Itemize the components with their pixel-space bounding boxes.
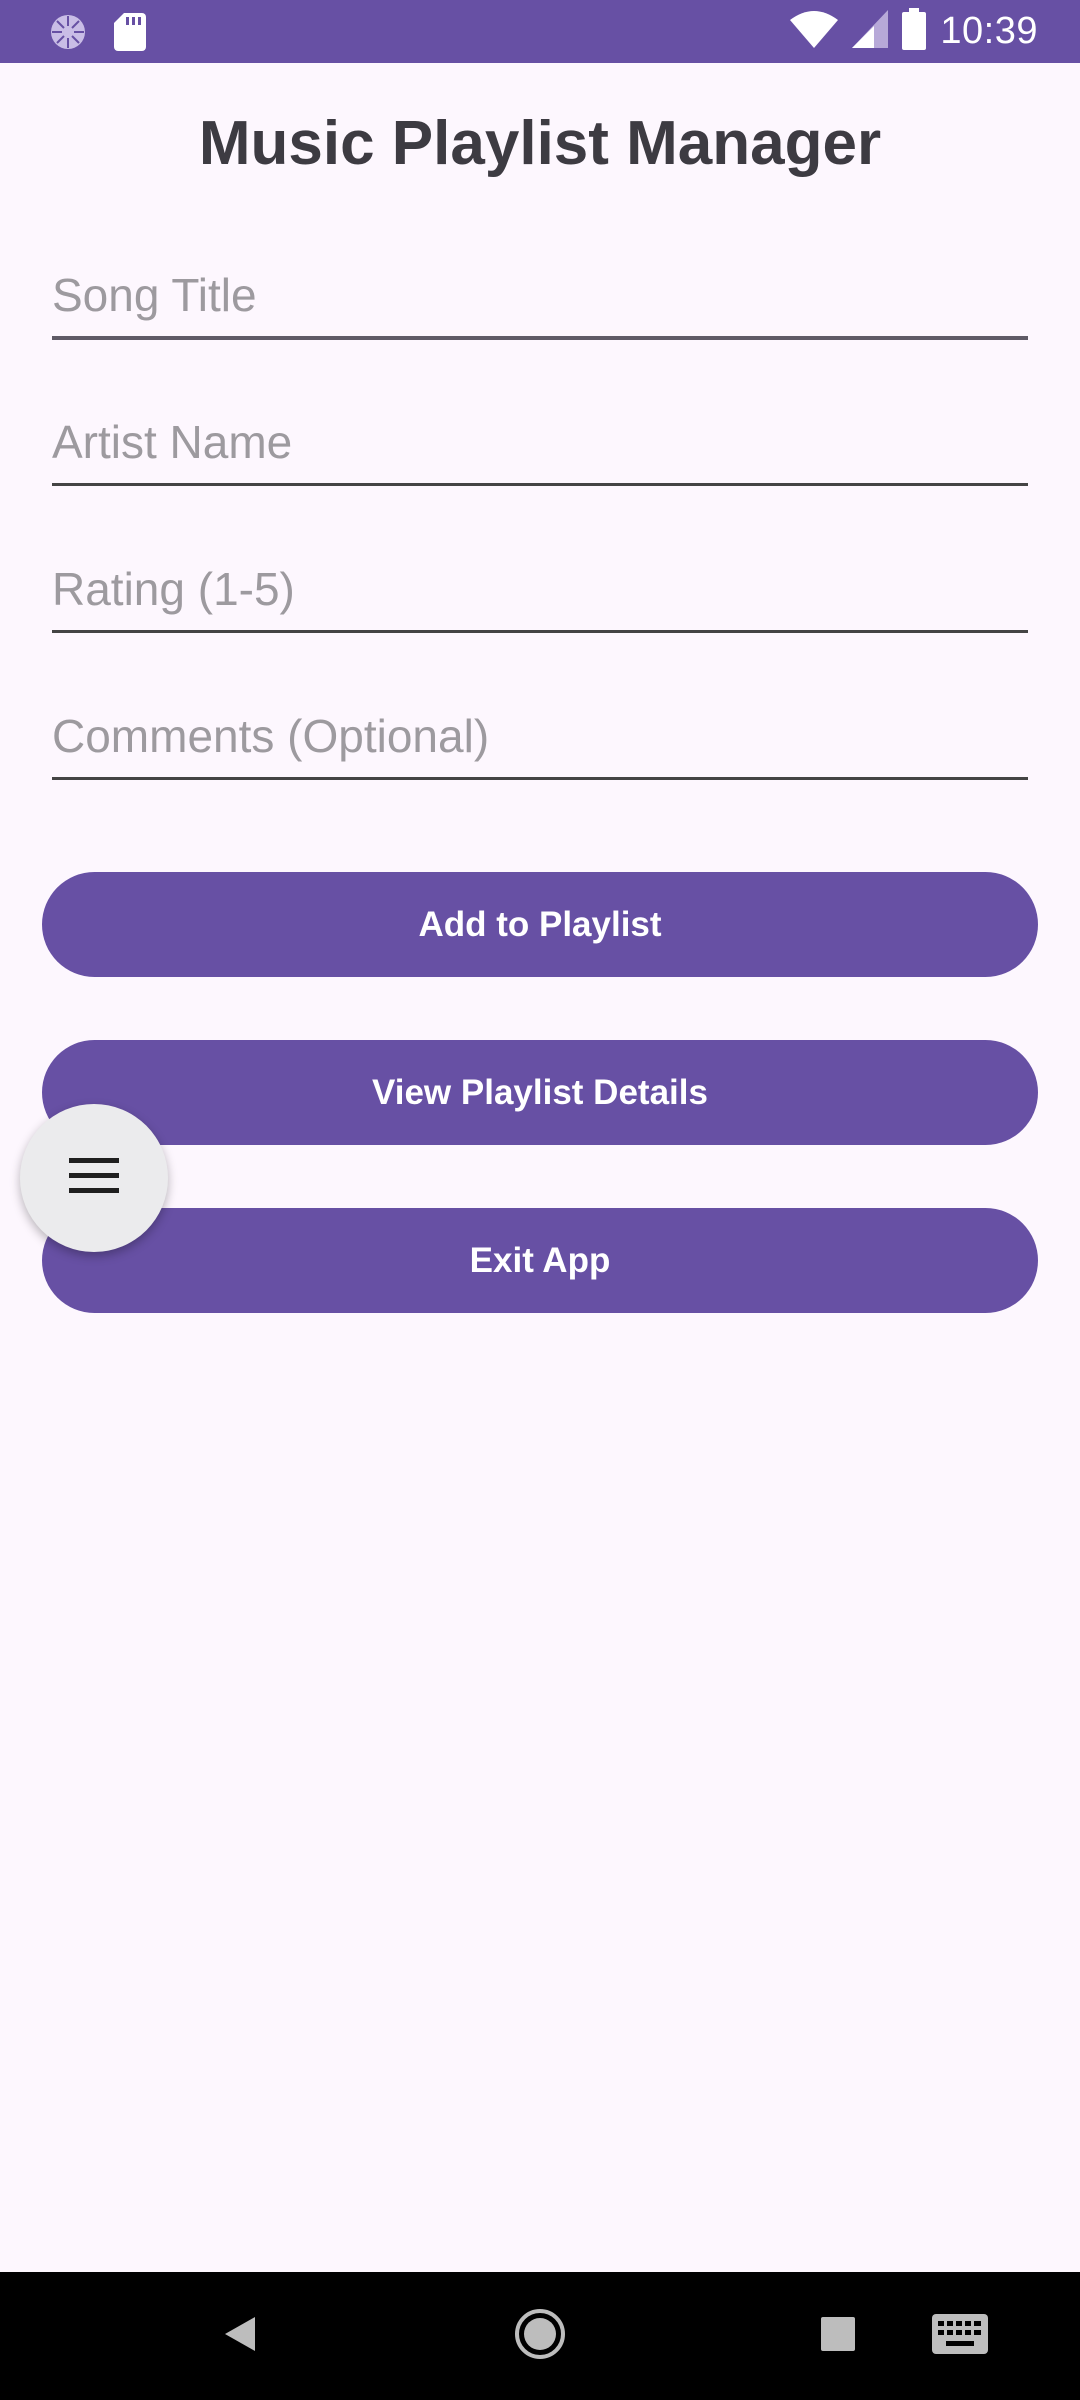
- menu-fab[interactable]: [20, 1104, 168, 1252]
- navigation-bar: [0, 2272, 1080, 2400]
- home-icon: [514, 2308, 566, 2365]
- cell-signal-icon: [852, 10, 889, 53]
- home-button[interactable]: [500, 2272, 580, 2400]
- comments-field[interactable]: [52, 697, 1028, 780]
- status-time: 10:39: [940, 10, 1038, 52]
- artist-name-input[interactable]: [52, 415, 1028, 469]
- back-button[interactable]: [205, 2272, 275, 2400]
- comments-input[interactable]: [52, 709, 1028, 763]
- status-bar-right: 10:39: [790, 0, 1038, 63]
- keyboard-icon: [932, 2313, 988, 2359]
- recents-icon: [821, 2316, 855, 2356]
- status-bar-left: [48, 12, 146, 57]
- song-title-field[interactable]: [52, 256, 1028, 340]
- artist-name-field[interactable]: [52, 403, 1028, 486]
- loading-indicator-icon: [48, 12, 88, 57]
- menu-icon: [69, 1157, 119, 1199]
- sd-card-icon: [114, 13, 146, 56]
- back-icon: [223, 2315, 257, 2358]
- rating-field[interactable]: [52, 550, 1028, 633]
- status-bar: 10:39: [0, 0, 1080, 63]
- song-title-input[interactable]: [52, 268, 1028, 322]
- recents-button[interactable]: [800, 2272, 876, 2400]
- exit-app-button[interactable]: Exit App: [42, 1208, 1038, 1313]
- add-to-playlist-button[interactable]: Add to Playlist: [42, 872, 1038, 977]
- wifi-icon: [790, 10, 839, 53]
- rating-input[interactable]: [52, 562, 1028, 616]
- battery-icon: [902, 8, 927, 55]
- page-title: Music Playlist Manager: [198, 109, 882, 178]
- keyboard-button[interactable]: [920, 2272, 1000, 2400]
- view-playlist-details-button[interactable]: View Playlist Details: [42, 1040, 1038, 1145]
